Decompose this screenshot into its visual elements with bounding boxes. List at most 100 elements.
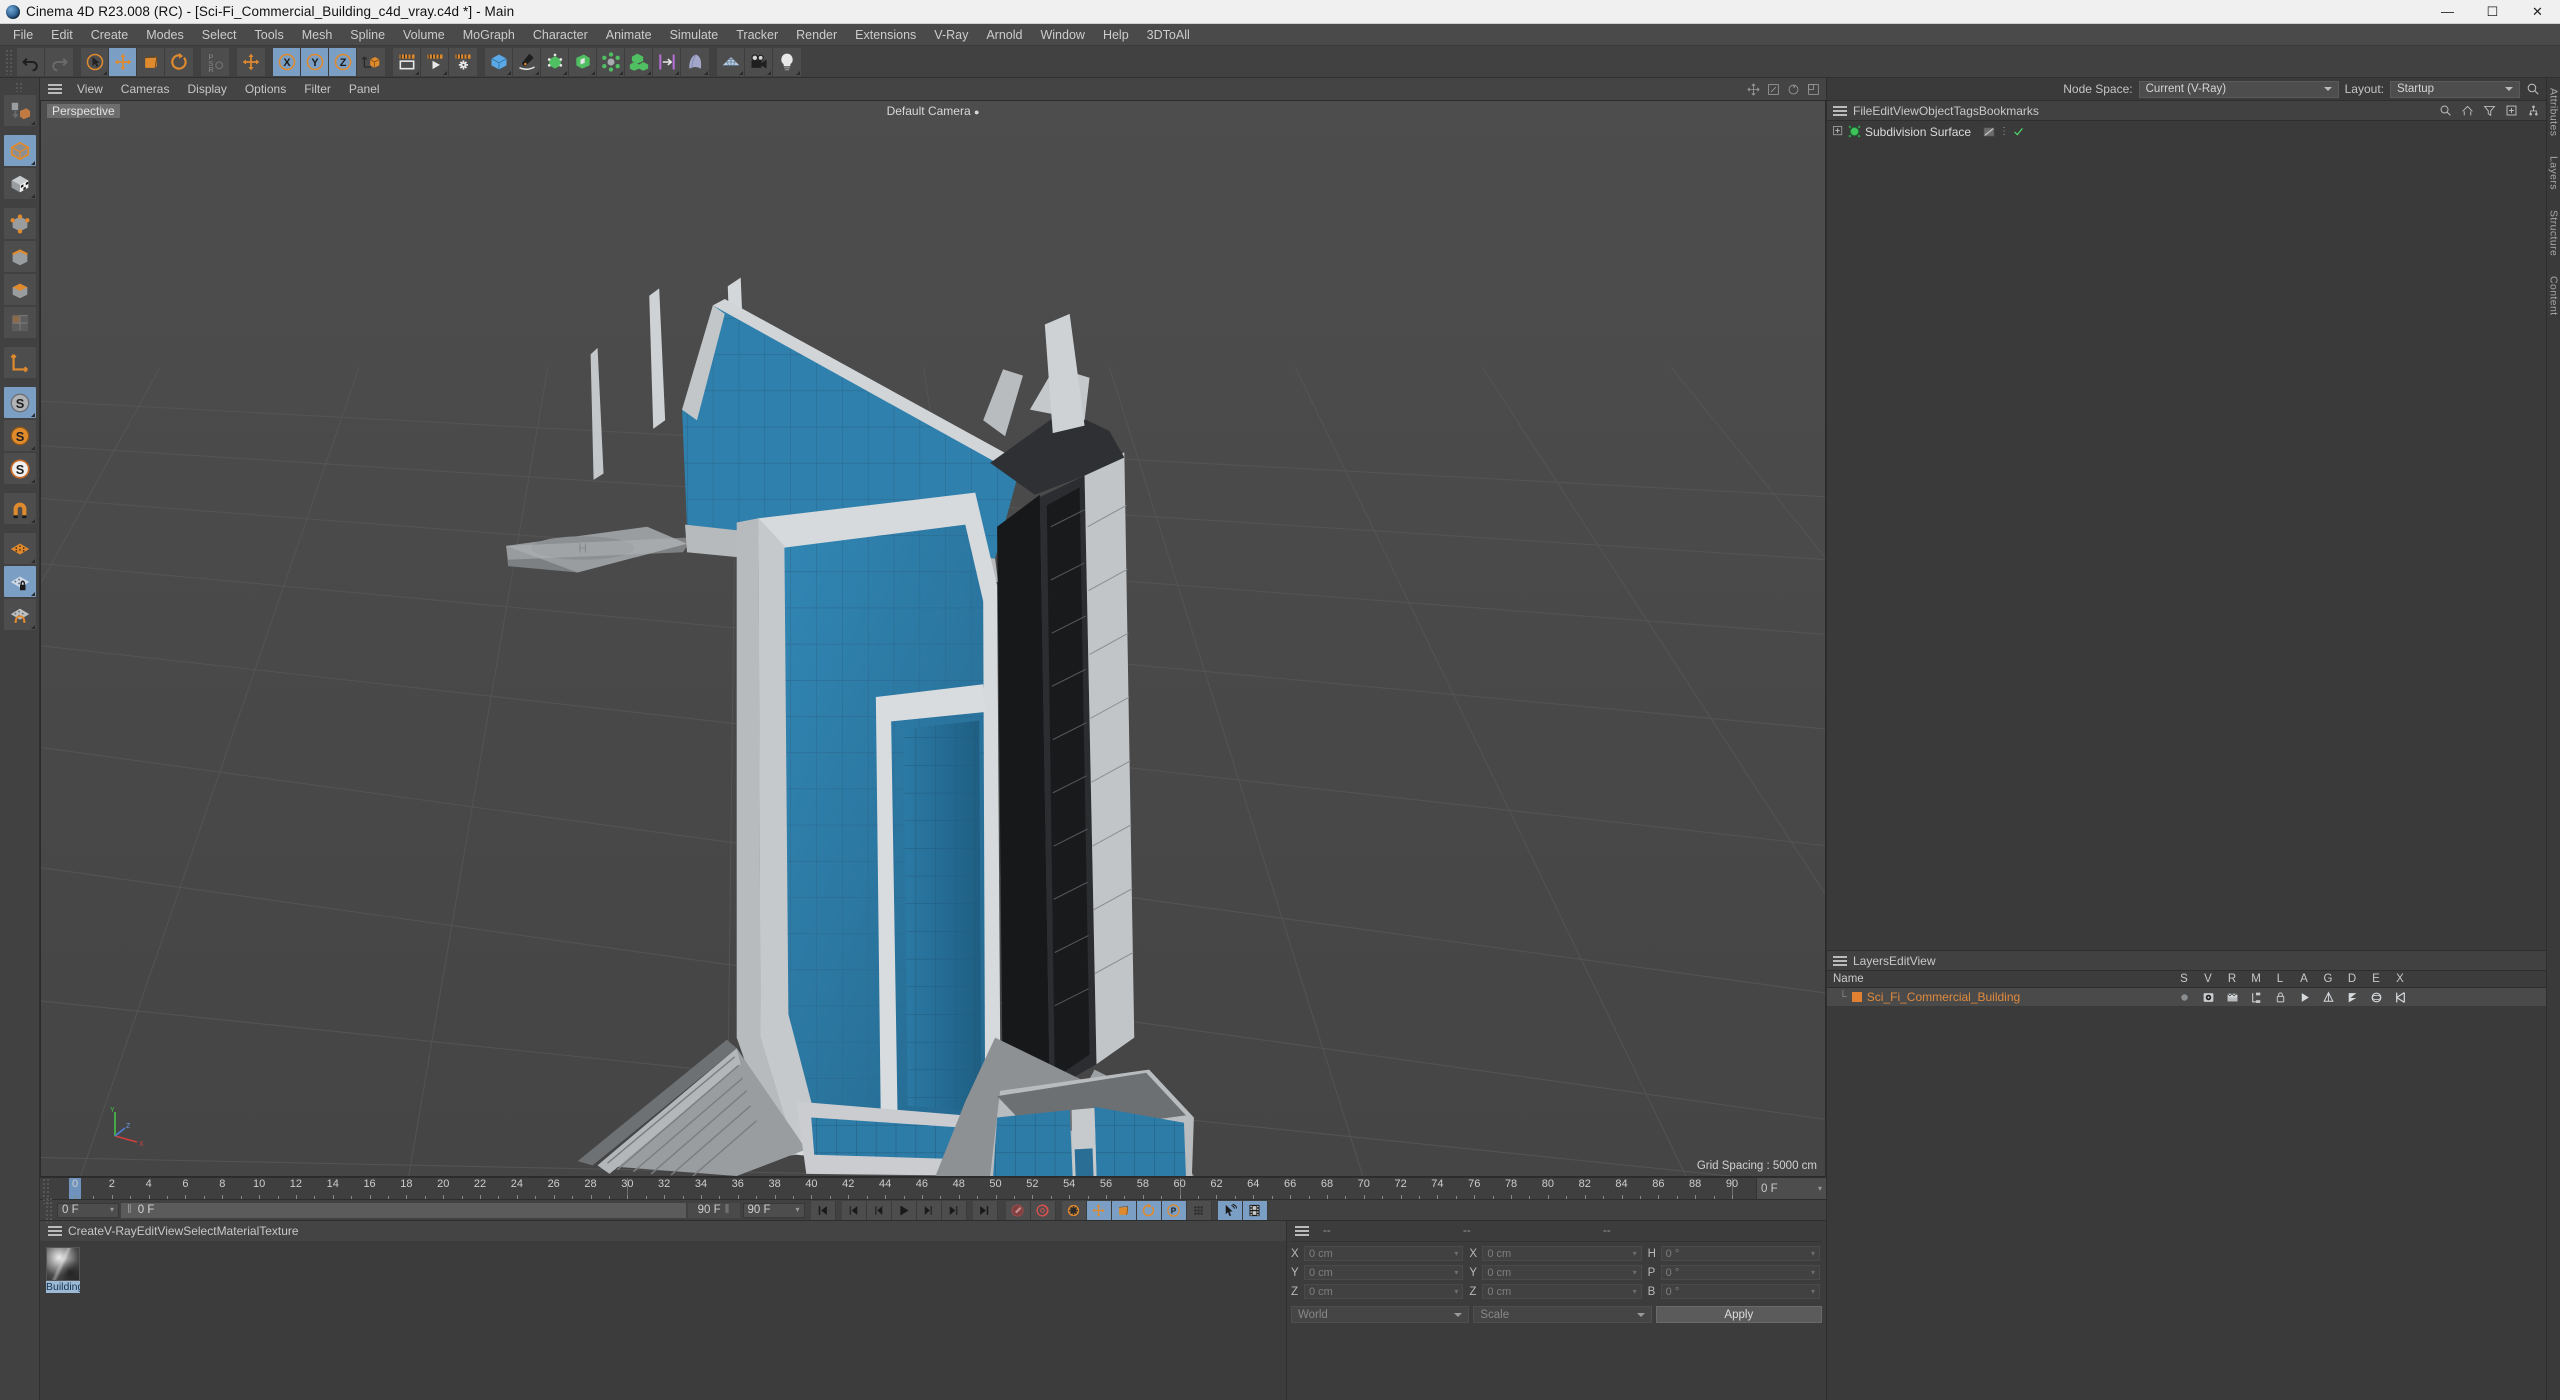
viewport-solo-off-button[interactable]: S <box>3 453 36 484</box>
filter-icon[interactable] <box>2483 104 2496 117</box>
home-icon[interactable] <box>2461 104 2474 117</box>
menu-window[interactable]: Window <box>1031 26 1093 44</box>
apply-button[interactable]: Apply <box>1655 1306 1822 1323</box>
live-selection-tool[interactable] <box>81 47 109 76</box>
menu-spline[interactable]: Spline <box>341 26 394 44</box>
viewport-hamburger-icon[interactable] <box>46 82 64 96</box>
layer-menu-edit[interactable]: Edit <box>1889 954 1910 968</box>
object-axis-button[interactable] <box>357 48 385 76</box>
add-field-button[interactable] <box>653 47 681 76</box>
object-menu-object[interactable]: Object <box>1919 104 1954 118</box>
position-y-input[interactable]: 0 cm ▾ <box>1304 1265 1464 1280</box>
frame-spinner-icon[interactable]: ▾ <box>1818 1184 1822 1193</box>
layer-flag-solo-dot[interactable] <box>2172 991 2196 1004</box>
material-preview-thumbnail[interactable] <box>46 1247 80 1281</box>
render-to-picture-viewer-button[interactable] <box>421 47 449 76</box>
object-menu-view[interactable]: View <box>1893 104 1919 118</box>
undo-button[interactable] <box>17 47 45 76</box>
layer-color-swatch[interactable] <box>1851 992 1862 1002</box>
preview-min-spinner-icon[interactable]: ▾ <box>110 1206 114 1214</box>
menu-modes[interactable]: Modes <box>137 26 193 44</box>
position-x-input[interactable]: 0 cm ▾ <box>1304 1246 1464 1261</box>
previous-keyframe-button[interactable] <box>841 1200 867 1220</box>
viewport-menu-panel[interactable]: Panel <box>340 80 389 98</box>
vertical-tab-layers[interactable]: Layers <box>2547 146 2560 200</box>
layer-hamburger-icon[interactable] <box>1831 954 1849 968</box>
preview-max-readout[interactable]: 90 F ‖ <box>687 1202 740 1218</box>
menu-create[interactable]: Create <box>82 26 138 44</box>
render-view-button[interactable] <box>393 47 421 76</box>
timeline-button[interactable] <box>1242 1200 1268 1220</box>
object-menu-file[interactable]: File <box>1853 104 1872 118</box>
add-spline-button[interactable] <box>513 47 541 76</box>
search-icon[interactable] <box>2526 82 2540 96</box>
previous-frame-button[interactable] <box>866 1200 892 1220</box>
lock-z-axis-button[interactable]: Z <box>329 47 357 76</box>
viewport-solo-single-button[interactable]: S <box>3 420 36 451</box>
add-nurbs-button[interactable] <box>541 47 569 76</box>
add-array-button[interactable] <box>569 47 597 76</box>
parameter-key-button[interactable]: P <box>1161 1200 1187 1220</box>
rotate-tool[interactable] <box>165 48 193 76</box>
position-key-button[interactable] <box>1086 1200 1112 1220</box>
model-mode-button[interactable] <box>3 135 36 166</box>
layer-flag-generators[interactable] <box>2316 991 2340 1004</box>
coordinates-hamburger-icon[interactable] <box>1293 1224 1311 1238</box>
add-cloner-button[interactable] <box>625 47 653 76</box>
close-button[interactable]: ✕ <box>2515 0 2560 24</box>
lock-x-axis-button[interactable]: X <box>273 47 301 76</box>
viewport-menu-view[interactable]: View <box>68 80 112 98</box>
material-name-label[interactable]: Building <box>46 1281 80 1293</box>
object-menu-bookmarks[interactable]: Bookmarks <box>1979 104 2039 118</box>
layer-flag-manager[interactable] <box>2244 991 2268 1004</box>
next-frame-button[interactable] <box>916 1200 942 1220</box>
menu-render[interactable]: Render <box>787 26 846 44</box>
redo-button[interactable] <box>45 48 73 76</box>
viewport-menu-options[interactable]: Options <box>236 80 295 98</box>
layer-menu-layers[interactable]: Layers <box>1853 954 1889 968</box>
menu-simulate[interactable]: Simulate <box>661 26 728 44</box>
menu-mesh[interactable]: Mesh <box>293 26 342 44</box>
scale-tool[interactable] <box>137 47 165 76</box>
material-menu-create[interactable]: Create <box>68 1224 104 1238</box>
layer-flag-lock[interactable] <box>2268 991 2292 1004</box>
menu-3dtoall[interactable]: 3DToAll <box>1138 26 1199 44</box>
current-frame-field[interactable]: 0 F ▾ <box>1756 1178 1826 1199</box>
toolbar-grip[interactable] <box>5 48 14 75</box>
menu-extensions[interactable]: Extensions <box>846 26 925 44</box>
node-space-select[interactable]: Current (V-Ray) <box>2138 80 2339 98</box>
layer-flag-render[interactable] <box>2220 991 2244 1004</box>
material-menu-texture[interactable]: Texture <box>259 1224 298 1238</box>
material-menu-select[interactable]: Select <box>183 1224 216 1238</box>
viewport-menu-filter[interactable]: Filter <box>295 80 340 98</box>
add-floor-button[interactable] <box>717 47 745 76</box>
menu-select[interactable]: Select <box>193 26 246 44</box>
lock-y-axis-button[interactable]: Y <box>301 47 329 76</box>
preview-range-bar[interactable]: ‖ 0 F <box>121 1202 686 1218</box>
coordinate-mode-select[interactable]: Scale <box>1473 1306 1652 1323</box>
material-menu-material[interactable]: Material <box>217 1224 260 1238</box>
timeline-ruler[interactable]: 0 2 4 6 8 10 12 14 16 18 20 22 24 26 28 30 32 34 36 38 40 42 4… <box>40 1177 1826 1204</box>
perspective-viewport[interactable]: H <box>40 100 1826 1177</box>
world-coordinates-button[interactable] <box>237 48 265 76</box>
render-settings-button[interactable] <box>449 48 477 76</box>
enable-axis-button[interactable]: S <box>3 387 36 418</box>
vertical-tab-structure[interactable]: Structure <box>2547 200 2560 266</box>
menu-help[interactable]: Help <box>1094 26 1138 44</box>
snap-magnet-button[interactable] <box>3 493 36 524</box>
vertical-tab-attributes[interactable]: Attributes <box>2547 78 2560 146</box>
plus-box-icon[interactable] <box>2505 104 2518 117</box>
subdivision-surface-icon[interactable] <box>1848 125 1861 138</box>
expand-plus-icon[interactable] <box>1833 126 1844 137</box>
polygon-mode-button[interactable] <box>3 274 36 305</box>
viewport-rotate-icon[interactable] <box>1787 83 1800 96</box>
object-manager-tree[interactable]: Subdivision Surface ⋮ <box>1827 121 2546 950</box>
keyframe-selection-button[interactable] <box>1061 1200 1087 1220</box>
material-list[interactable]: Building <box>40 1241 1286 1400</box>
add-dynamics-button[interactable] <box>681 48 709 76</box>
psr-lock-button[interactable]: PSR <box>201 48 229 76</box>
play-button[interactable] <box>891 1200 917 1220</box>
preview-max-field[interactable]: 90 F ▾ <box>742 1202 805 1218</box>
coordinate-system-select[interactable]: World <box>1291 1306 1470 1323</box>
autokeying-button[interactable] <box>1030 1200 1056 1220</box>
